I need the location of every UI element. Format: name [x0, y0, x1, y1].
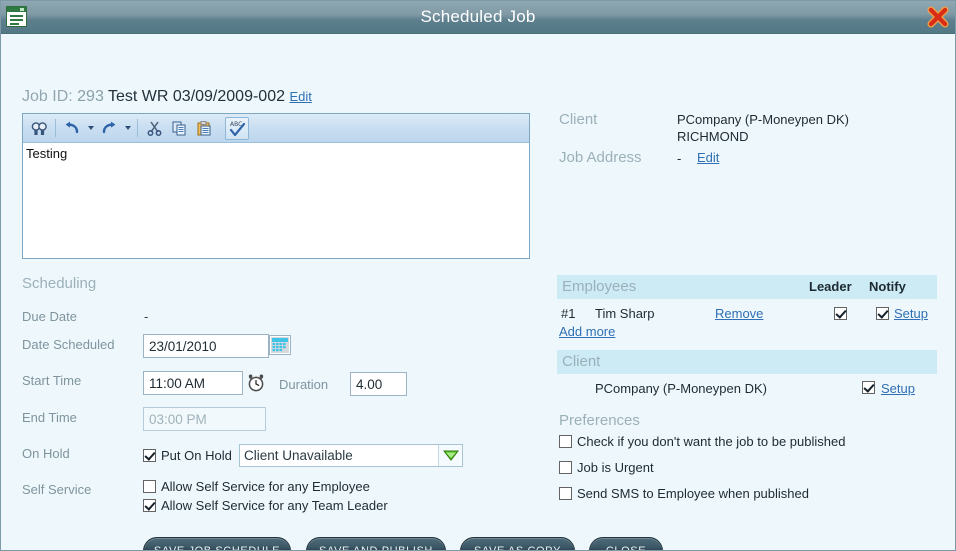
self-service-leader-label: Allow Self Service for any Team Leader	[161, 498, 388, 513]
job-address-value: -	[677, 151, 682, 166]
self-service-employee-row: Allow Self Service for any Employee	[143, 479, 370, 494]
self-service-leader-checkbox[interactable]	[143, 499, 156, 512]
employee-index: #1	[561, 306, 576, 321]
job-header-line: Job ID: 293 Test WR 03/09/2009-002 Edit	[22, 88, 312, 106]
pref-no-publish-row: Check if you don't want the job to be pu…	[559, 434, 845, 449]
chevron-down-icon[interactable]	[438, 445, 462, 466]
employees-section-title: Employees	[562, 278, 637, 295]
notify-column-header: Notify	[869, 279, 906, 294]
pref-sms-label: Send SMS to Employee when published	[577, 486, 809, 501]
cut-icon[interactable]	[142, 117, 166, 140]
put-on-hold-label: Put On Hold	[161, 448, 232, 463]
job-id-label: Job ID:	[22, 88, 73, 105]
job-edit-link[interactable]: Edit	[289, 89, 311, 104]
close-icon[interactable]	[927, 6, 949, 28]
undo-dropdown-chevron-down-icon[interactable]	[85, 117, 96, 140]
pref-no-publish-checkbox[interactable]	[559, 435, 572, 448]
dialog-body: Job ID: 293 Test WR 03/09/2009-002 Edit	[1, 34, 955, 550]
clock-icon[interactable]	[246, 373, 266, 393]
client-setup-link[interactable]: Setup	[881, 381, 915, 396]
pref-urgent-row: Job is Urgent	[559, 460, 654, 475]
job-address-edit-link[interactable]: Edit	[697, 150, 719, 165]
toolbar-separator-2	[137, 119, 138, 137]
pref-no-publish-label: Check if you don't want the job to be pu…	[577, 434, 846, 449]
put-on-hold-row: Put On Hold	[143, 448, 232, 463]
end-time-label: End Time	[22, 410, 77, 425]
spellcheck-icon[interactable]: ABC	[225, 116, 249, 140]
scheduled-job-window: Scheduled Job Job ID: 293 Test WR 03/09/…	[0, 0, 956, 551]
employee-notify-checkbox[interactable]	[876, 307, 889, 320]
employee-leader-checkbox[interactable]	[834, 307, 847, 320]
job-name: Test WR 03/09/2009-002	[108, 88, 285, 105]
due-date-value: -	[144, 309, 149, 324]
job-id-value: 293	[77, 88, 104, 105]
redo-dropdown-chevron-down-icon[interactable]	[122, 117, 133, 140]
job-notes-editor: ABC	[22, 113, 530, 259]
start-time-label: Start Time	[22, 373, 82, 388]
job-notes-textarea[interactable]	[23, 144, 529, 258]
on-hold-reason-value: Client Unavailable	[240, 445, 438, 466]
save-job-schedule-button[interactable]: SAVE JOB SCHEDULE	[143, 537, 291, 550]
start-time-input[interactable]	[143, 371, 243, 395]
job-address-label: Job Address	[559, 149, 642, 166]
self-service-employee-checkbox[interactable]	[143, 480, 156, 493]
save-and-publish-button[interactable]: SAVE AND PUBLISH	[306, 537, 446, 550]
client-section-header: Client	[557, 350, 937, 374]
employee-remove-link[interactable]: Remove	[715, 306, 763, 321]
window-titlebar: Scheduled Job	[1, 1, 955, 34]
on-hold-label: On Hold	[22, 446, 70, 461]
window-title: Scheduled Job	[420, 7, 536, 26]
client-section-title: Client	[562, 353, 601, 370]
pref-sms-row: Send SMS to Employee when published	[559, 486, 809, 501]
add-more-employees-link[interactable]: Add more	[559, 324, 615, 339]
employee-setup-link[interactable]: Setup	[894, 306, 928, 321]
undo-icon[interactable]	[60, 117, 84, 140]
employees-section-header: Employees Leader Notify	[557, 275, 937, 299]
copy-icon[interactable]	[167, 117, 191, 140]
client-notify-checkbox[interactable]	[862, 381, 875, 394]
pref-sms-checkbox[interactable]	[559, 487, 572, 500]
end-time-input	[143, 407, 266, 431]
self-service-label: Self Service	[22, 482, 92, 497]
date-scheduled-input[interactable]	[143, 334, 269, 358]
leader-column-header: Leader	[809, 279, 852, 294]
client-row-name: PCompany (P-Moneypen DK)	[595, 381, 767, 396]
save-as-copy-button[interactable]: SAVE AS COPY	[460, 537, 575, 550]
paste-icon[interactable]	[192, 117, 216, 140]
pref-urgent-checkbox[interactable]	[559, 461, 572, 474]
self-service-leader-row: Allow Self Service for any Team Leader	[143, 498, 388, 513]
pref-urgent-label: Job is Urgent	[577, 460, 654, 475]
editor-toolbar: ABC	[23, 114, 529, 143]
on-hold-reason-select[interactable]: Client Unavailable	[239, 444, 463, 467]
toolbar-separator-1	[55, 119, 56, 137]
find-icon[interactable]	[27, 117, 51, 140]
scheduling-section-title: Scheduling	[22, 275, 97, 292]
due-date-label: Due Date	[22, 309, 77, 324]
calendar-icon[interactable]	[269, 335, 291, 355]
duration-input[interactable]	[350, 372, 407, 396]
client-info-label: Client	[559, 111, 598, 128]
self-service-employee-label: Allow Self Service for any Employee	[161, 479, 370, 494]
date-scheduled-label: Date Scheduled	[22, 337, 115, 352]
close-button[interactable]: CLOSE	[589, 537, 663, 550]
employee-name: Tim Sharp	[595, 306, 655, 321]
preferences-section-title: Preferences	[559, 412, 640, 429]
duration-label: Duration	[279, 377, 329, 392]
redo-icon[interactable]	[97, 117, 121, 140]
put-on-hold-checkbox[interactable]	[143, 449, 156, 462]
toolbar-separator-3	[220, 119, 221, 137]
client-info-value: PCompany (P-Moneypen DK) RICHMOND	[677, 112, 849, 144]
